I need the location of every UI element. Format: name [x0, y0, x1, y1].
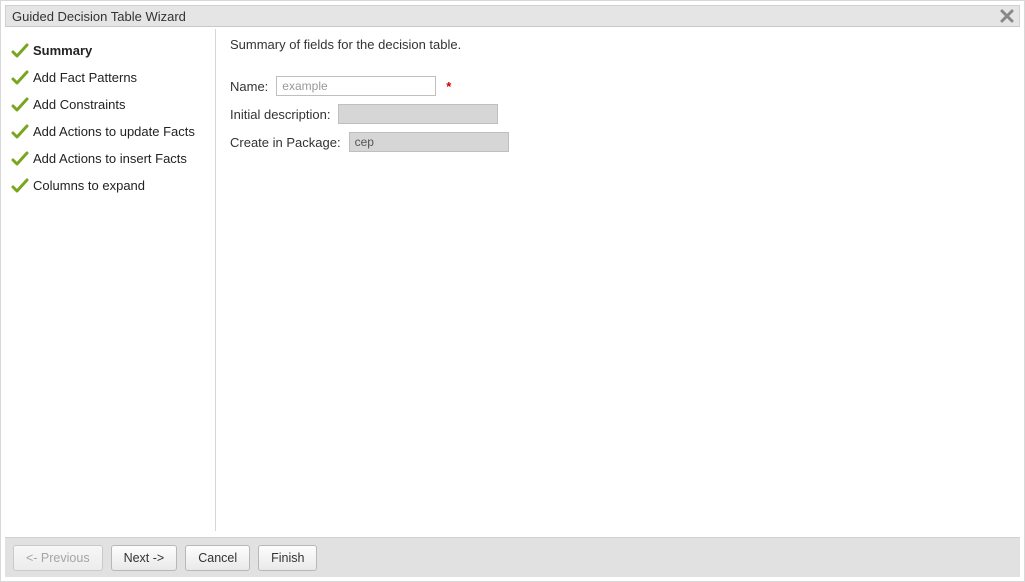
- wizard-window: Guided Decision Table Wizard Summary Add…: [0, 0, 1025, 582]
- wizard-content: Summary of fields for the decision table…: [230, 37, 1014, 533]
- row-name: Name: *: [230, 76, 1014, 96]
- step-label: Add Actions to insert Facts: [33, 151, 187, 166]
- window-title: Guided Decision Table Wizard: [12, 9, 186, 24]
- step-add-fact-patterns[interactable]: Add Fact Patterns: [11, 64, 209, 91]
- wizard-footer: <- Previous Next -> Cancel Finish: [5, 537, 1020, 577]
- check-icon: [11, 96, 29, 114]
- step-label: Columns to expand: [33, 178, 145, 193]
- next-button[interactable]: Next ->: [111, 545, 178, 571]
- check-icon: [11, 177, 29, 195]
- check-icon: [11, 42, 29, 60]
- step-summary[interactable]: Summary: [11, 37, 209, 64]
- description-input[interactable]: [338, 104, 498, 124]
- label-package: Create in Package:: [230, 135, 341, 150]
- label-description: Initial description:: [230, 107, 330, 122]
- titlebar: Guided Decision Table Wizard: [5, 5, 1020, 27]
- required-star: *: [446, 79, 451, 94]
- package-input: [349, 132, 509, 152]
- step-add-constraints[interactable]: Add Constraints: [11, 91, 209, 118]
- wizard-step-list: Summary Add Fact Patterns Add Constraint…: [5, 27, 215, 533]
- check-icon: [11, 123, 29, 141]
- check-icon: [11, 69, 29, 87]
- step-label: Summary: [33, 43, 92, 58]
- step-add-actions-insert[interactable]: Add Actions to insert Facts: [11, 145, 209, 172]
- finish-button[interactable]: Finish: [258, 545, 317, 571]
- close-icon[interactable]: [999, 8, 1015, 24]
- step-add-actions-update[interactable]: Add Actions to update Facts: [11, 118, 209, 145]
- name-input[interactable]: [276, 76, 436, 96]
- vertical-divider: [215, 29, 216, 531]
- step-label: Add Fact Patterns: [33, 70, 137, 85]
- wizard-body: Summary Add Fact Patterns Add Constraint…: [5, 27, 1020, 533]
- content-heading: Summary of fields for the decision table…: [230, 37, 1014, 52]
- check-icon: [11, 150, 29, 168]
- label-name: Name:: [230, 79, 268, 94]
- row-package: Create in Package:: [230, 132, 1014, 152]
- cancel-button[interactable]: Cancel: [185, 545, 250, 571]
- step-label: Add Constraints: [33, 97, 126, 112]
- row-description: Initial description:: [230, 104, 1014, 124]
- step-label: Add Actions to update Facts: [33, 124, 195, 139]
- previous-button: <- Previous: [13, 545, 103, 571]
- step-columns-to-expand[interactable]: Columns to expand: [11, 172, 209, 199]
